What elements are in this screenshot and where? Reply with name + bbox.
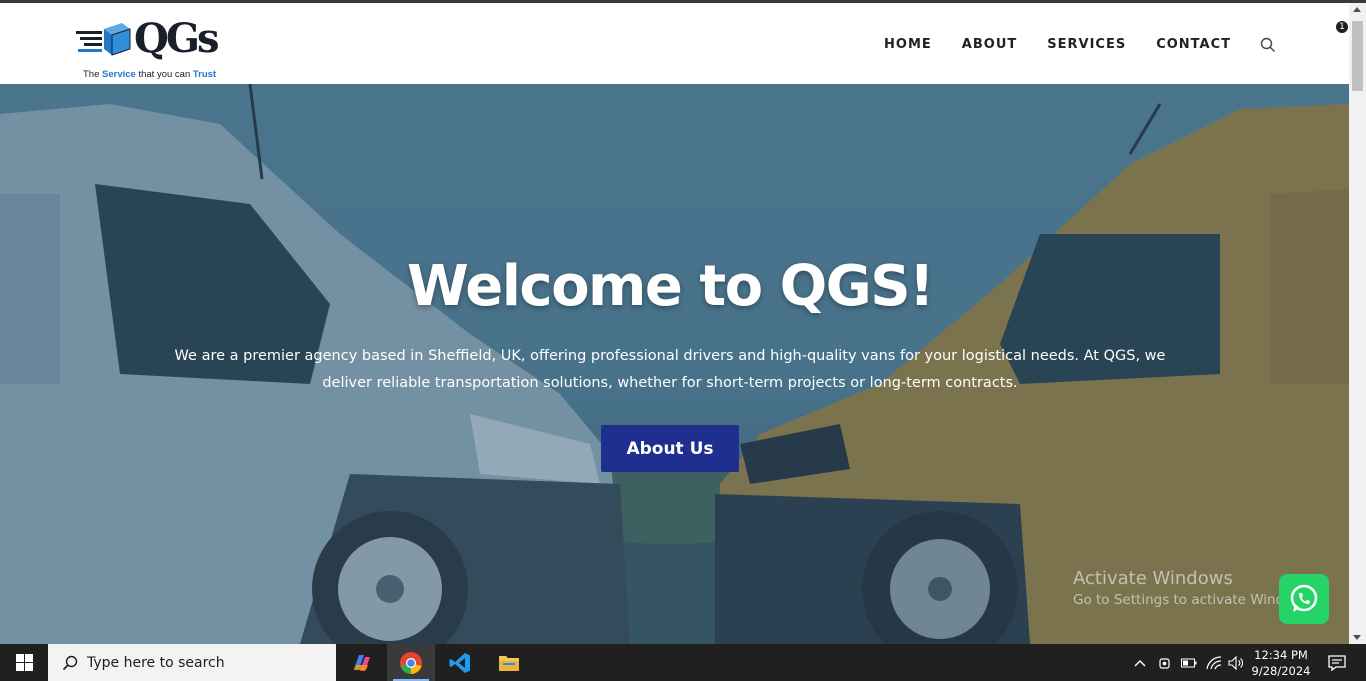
nav-services[interactable]: SERVICES <box>1047 37 1126 52</box>
tray-network[interactable] <box>1202 644 1226 681</box>
site-header: QGs The Service that you can Trust HOME … <box>0 3 1349 84</box>
tray-show-hidden[interactable] <box>1130 644 1150 681</box>
clock-date: 9/28/2024 <box>1251 664 1311 678</box>
windows-logo-icon <box>15 654 33 671</box>
notification-center-button[interactable] <box>1322 644 1352 681</box>
notification-count-badge: 1 <box>1335 20 1349 34</box>
clock-time: 12:34 PM <box>1254 648 1308 662</box>
file-explorer-icon <box>499 655 519 671</box>
logo[interactable]: QGs The Service that you can Trust <box>74 13 224 83</box>
page-scrollbar[interactable] <box>1349 3 1366 644</box>
tray-battery[interactable] <box>1178 644 1200 681</box>
nav-home[interactable]: HOME <box>884 37 932 52</box>
about-us-button[interactable]: About Us <box>601 425 739 472</box>
hero-section: Welcome to QGS! We are a premier agency … <box>0 84 1349 644</box>
chrome-icon <box>400 651 422 674</box>
nav-contact[interactable]: CONTACT <box>1156 37 1231 52</box>
scroll-thumb[interactable] <box>1352 21 1363 91</box>
windows-taskbar: Type here to search 12:34 PM 9/28/2024 <box>0 644 1366 681</box>
battery-icon <box>1181 658 1197 667</box>
logo-tagline: The Service that you can Trust <box>83 69 217 80</box>
logo-box-icon <box>76 23 131 56</box>
hero-title: Welcome to QGS! <box>406 254 935 319</box>
meet-now-icon <box>1159 657 1170 669</box>
wifi-icon <box>1206 655 1222 669</box>
notification-icon <box>1328 654 1346 671</box>
search-icon[interactable] <box>1260 37 1276 53</box>
chevron-up-icon <box>1134 659 1146 666</box>
taskbar-copilot[interactable] <box>338 644 386 681</box>
start-button[interactable] <box>0 644 48 681</box>
taskbar-search-box[interactable]: Type here to search <box>48 644 336 681</box>
whatsapp-icon <box>1290 584 1318 612</box>
tray-volume[interactable] <box>1226 644 1248 681</box>
whatsapp-button[interactable] <box>1279 574 1329 624</box>
taskbar-chrome[interactable] <box>387 644 435 681</box>
nav-about[interactable]: ABOUT <box>962 37 1017 52</box>
scroll-down-arrow-icon[interactable] <box>1353 635 1361 640</box>
taskbar-clock[interactable]: 12:34 PM 9/28/2024 <box>1248 647 1314 679</box>
taskbar-file-explorer[interactable] <box>485 644 533 681</box>
scroll-up-arrow-icon[interactable] <box>1353 7 1361 12</box>
main-nav: HOME ABOUT SERVICES CONTACT <box>884 37 1231 52</box>
taskbar-vscode[interactable] <box>436 644 484 681</box>
volume-icon <box>1228 655 1243 670</box>
logo-text: QGs <box>134 15 220 62</box>
tray-meet-now[interactable] <box>1154 644 1176 681</box>
search-icon <box>62 655 78 671</box>
taskbar-search-placeholder: Type here to search <box>87 654 225 671</box>
copilot-icon <box>354 654 370 671</box>
vscode-icon <box>449 652 470 673</box>
hero-description: We are a premier agency based in Sheffie… <box>174 348 1166 391</box>
